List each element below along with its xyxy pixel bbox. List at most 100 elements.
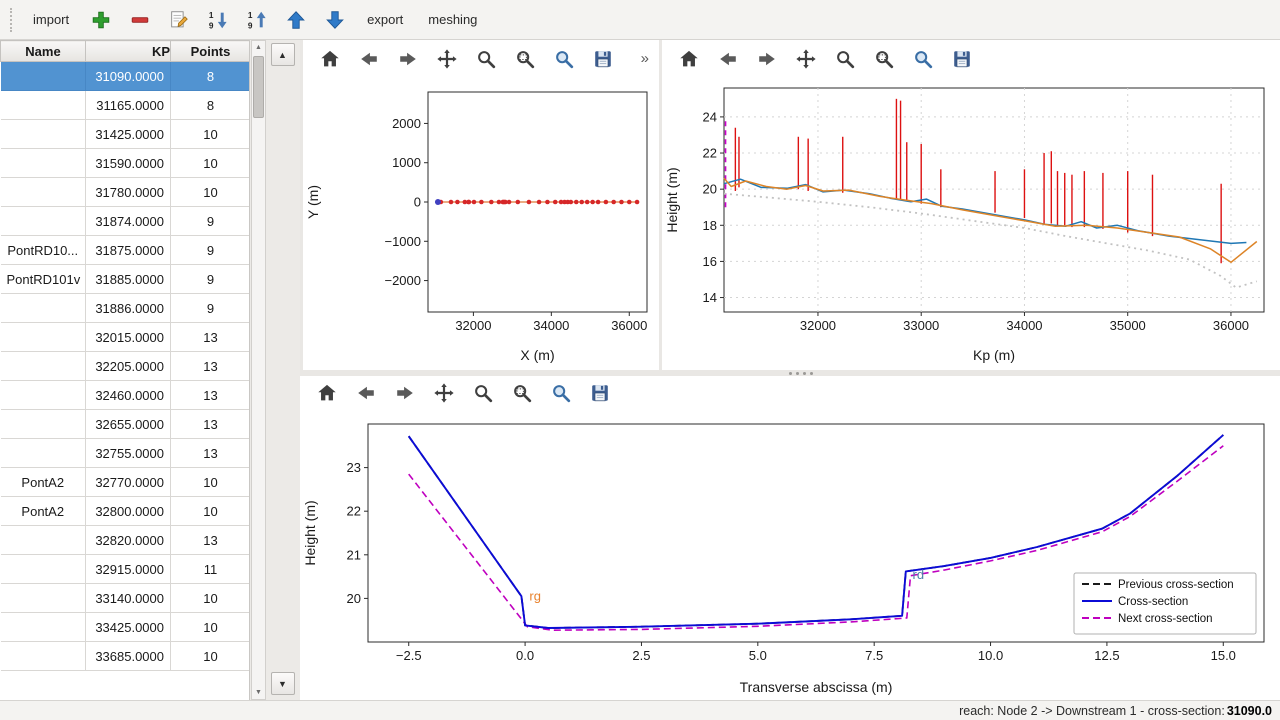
cell-name[interactable]: PontA2 [1,468,86,497]
remove-cross-section-button[interactable] [125,5,155,35]
cell-points[interactable]: 11 [171,555,251,584]
home-button[interactable] [312,378,342,408]
home-button[interactable] [674,44,704,74]
scroll-up-button[interactable]: ▲ [271,43,295,66]
table-row[interactable]: 31165.00008 [1,91,251,120]
pan-button[interactable] [791,44,821,74]
scrollbar-handle[interactable] [253,56,264,118]
cross-section-plot[interactable]: −2.50.02.55.07.510.012.515.020212223Tran… [300,410,1278,700]
cell-kp[interactable]: 31590.0000 [86,149,171,178]
cell-points[interactable]: 10 [171,178,251,207]
scrollbar-up-icon[interactable]: ▲ [252,41,265,54]
cell-name[interactable] [1,352,86,381]
table-row[interactable]: PontA232770.000010 [1,468,251,497]
zoom-button[interactable] [468,378,498,408]
cell-points[interactable]: 9 [171,236,251,265]
table-row[interactable]: 32820.000013 [1,526,251,555]
table-row[interactable]: 32015.000013 [1,323,251,352]
cell-kp[interactable]: 31886.0000 [86,294,171,323]
pan-button[interactable] [432,44,462,74]
cell-kp[interactable]: 31875.0000 [86,236,171,265]
cell-points[interactable]: 9 [171,265,251,294]
sort-descending-button[interactable]: 19 [242,5,272,35]
table-row[interactable]: 31090.00008 [1,62,251,91]
cell-points[interactable]: 13 [171,410,251,439]
table-row[interactable]: 31886.00009 [1,294,251,323]
table-row[interactable]: PontRD101v31885.00009 [1,265,251,294]
forward-button[interactable] [393,44,423,74]
cell-name[interactable] [1,294,86,323]
export-button[interactable]: export [359,7,411,32]
cell-points[interactable]: 8 [171,62,251,91]
cell-name[interactable] [1,381,86,410]
table-row[interactable]: PontA232800.000010 [1,497,251,526]
cell-name[interactable] [1,323,86,352]
toolbar-drag-handle[interactable] [10,8,14,32]
table-row[interactable]: 33140.000010 [1,584,251,613]
home-button[interactable] [315,44,345,74]
back-button[interactable] [351,378,381,408]
table-row[interactable]: 31780.000010 [1,178,251,207]
cell-points[interactable]: 13 [171,323,251,352]
cell-points[interactable]: 9 [171,294,251,323]
cell-points[interactable]: 8 [171,91,251,120]
cell-kp[interactable]: 31780.0000 [86,178,171,207]
cell-kp[interactable]: 32820.0000 [86,526,171,555]
cell-points[interactable]: 10 [171,613,251,642]
table-row[interactable]: PontRD10...31875.00009 [1,236,251,265]
zoom-reset-button[interactable] [546,378,576,408]
cell-kp[interactable]: 33140.0000 [86,584,171,613]
cell-kp[interactable]: 32755.0000 [86,439,171,468]
scroll-down-button[interactable]: ▼ [271,672,295,695]
cell-kp[interactable]: 31165.0000 [86,91,171,120]
zoom-button[interactable] [830,44,860,74]
table-row[interactable]: 31425.000010 [1,120,251,149]
zoom-select-button[interactable] [507,378,537,408]
edit-cross-section-button[interactable] [164,5,194,35]
plan-view-plot[interactable]: 320003400036000200010000−1000−2000X (m)Y… [303,78,659,368]
table-row[interactable]: 32755.000013 [1,439,251,468]
zoom-reset-button[interactable] [549,44,579,74]
header-points[interactable]: Points [171,41,251,62]
cell-points[interactable]: 10 [171,584,251,613]
cell-kp[interactable]: 32800.0000 [86,497,171,526]
table-row[interactable]: 32460.000013 [1,381,251,410]
cell-name[interactable] [1,555,86,584]
cell-points[interactable]: 10 [171,120,251,149]
cell-name[interactable]: PontA2 [1,497,86,526]
table-scrollbar[interactable]: ▲ ▼ [251,40,266,700]
move-down-button[interactable] [320,5,350,35]
cell-name[interactable] [1,149,86,178]
sort-ascending-button[interactable]: 19 [203,5,233,35]
cell-points[interactable]: 9 [171,207,251,236]
zoom-select-button[interactable] [869,44,899,74]
toolbar-overflow-button[interactable]: » [637,48,653,69]
pan-button[interactable] [429,378,459,408]
save-button[interactable] [588,44,618,74]
cell-name[interactable] [1,207,86,236]
cell-kp[interactable]: 32915.0000 [86,555,171,584]
cell-kp[interactable]: 31874.0000 [86,207,171,236]
cell-name[interactable] [1,62,86,91]
table-row[interactable]: 33425.000010 [1,613,251,642]
cell-name[interactable] [1,439,86,468]
zoom-reset-button[interactable] [908,44,938,74]
cell-kp[interactable]: 32460.0000 [86,381,171,410]
cell-kp[interactable]: 31885.0000 [86,265,171,294]
longitudinal-profile-plot[interactable]: 3200033000340003500036000141618202224Kp … [662,78,1278,368]
cell-kp[interactable]: 31090.0000 [86,62,171,91]
zoom-select-button[interactable] [510,44,540,74]
header-name[interactable]: Name [1,41,86,62]
cell-points[interactable]: 13 [171,381,251,410]
cell-kp[interactable]: 32770.0000 [86,468,171,497]
cell-name[interactable] [1,526,86,555]
cell-points[interactable]: 13 [171,439,251,468]
table-row[interactable]: 32205.000013 [1,352,251,381]
cell-name[interactable]: PontRD101v [1,265,86,294]
import-button[interactable]: import [25,7,77,32]
cell-points[interactable]: 10 [171,149,251,178]
save-button[interactable] [585,378,615,408]
cell-points[interactable]: 10 [171,642,251,671]
cell-points[interactable]: 13 [171,352,251,381]
forward-button[interactable] [752,44,782,74]
